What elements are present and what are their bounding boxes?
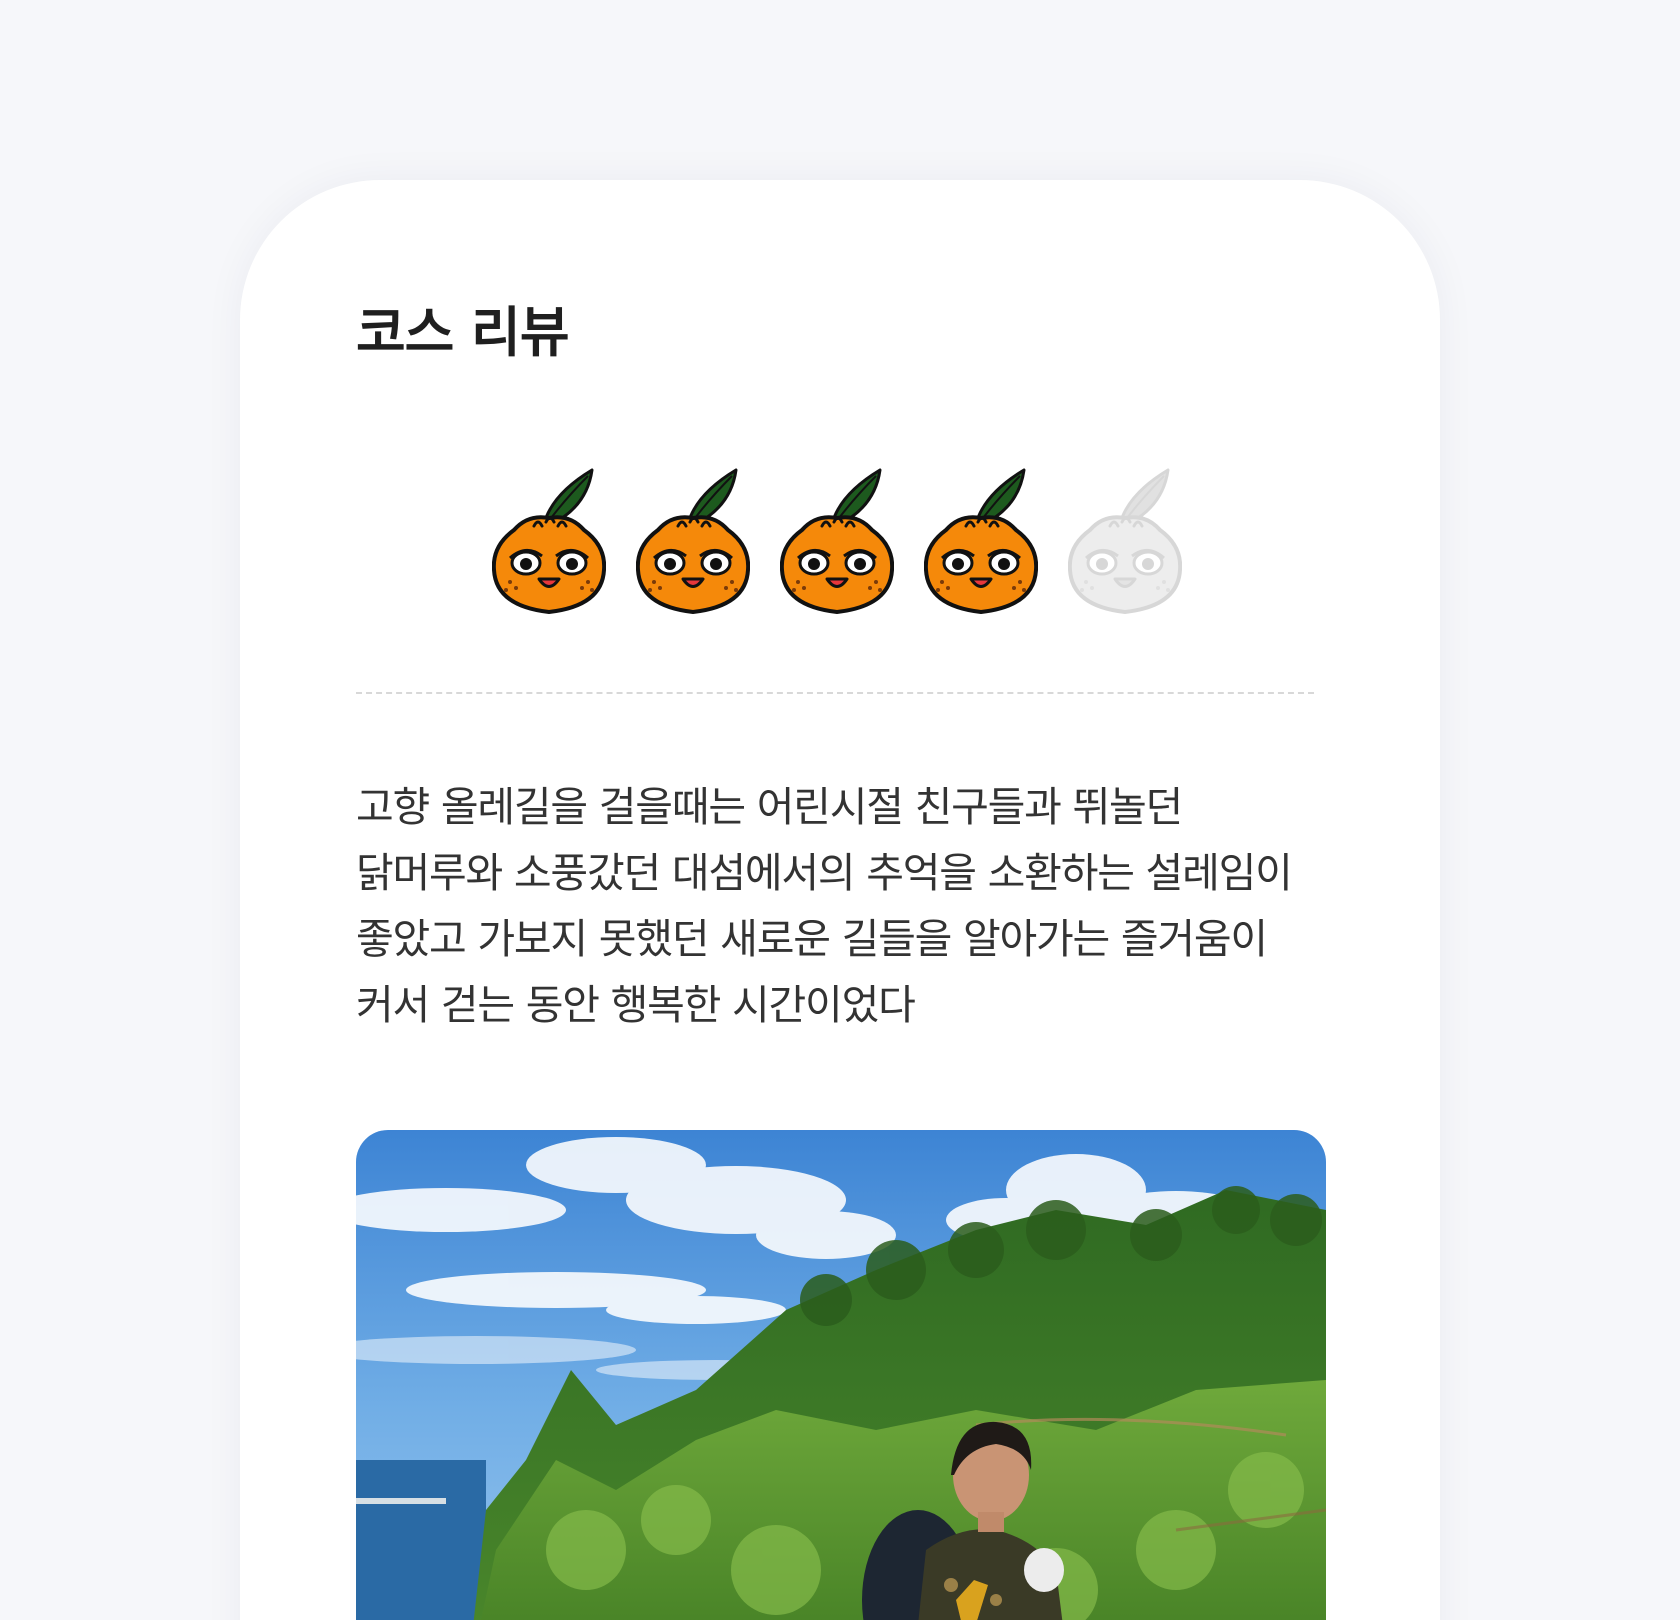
tangerine-rating-icon-filled[interactable]: [924, 466, 1038, 616]
review-card: 코스 리뷰 고향 올레길을 걸을때는 어린시절 친구들과 뛰놀던 닭머루와 소풍…: [240, 180, 1440, 1620]
review-text: 고향 올레길을 걸을때는 어린시절 친구들과 뛰놀던 닭머루와 소풍갔던 대섬에…: [356, 783, 1293, 1029]
tangerine-rating-icon-filled[interactable]: [492, 466, 606, 616]
tangerine-rating-icon-empty[interactable]: [1068, 466, 1182, 616]
tangerine-rating-icon-filled[interactable]: [780, 466, 894, 616]
review-photo-image: [356, 1130, 1326, 1620]
app-background: 코스 리뷰 고향 올레길을 걸을때는 어린시절 친구들과 뛰놀던 닭머루와 소풍…: [0, 0, 1680, 1620]
review-photo[interactable]: [356, 1130, 1326, 1620]
divider: [356, 692, 1314, 694]
review-title: 코스 리뷰: [356, 301, 570, 364]
tangerine-rating-icon-filled[interactable]: [636, 466, 750, 616]
rating-row: [492, 466, 1182, 616]
